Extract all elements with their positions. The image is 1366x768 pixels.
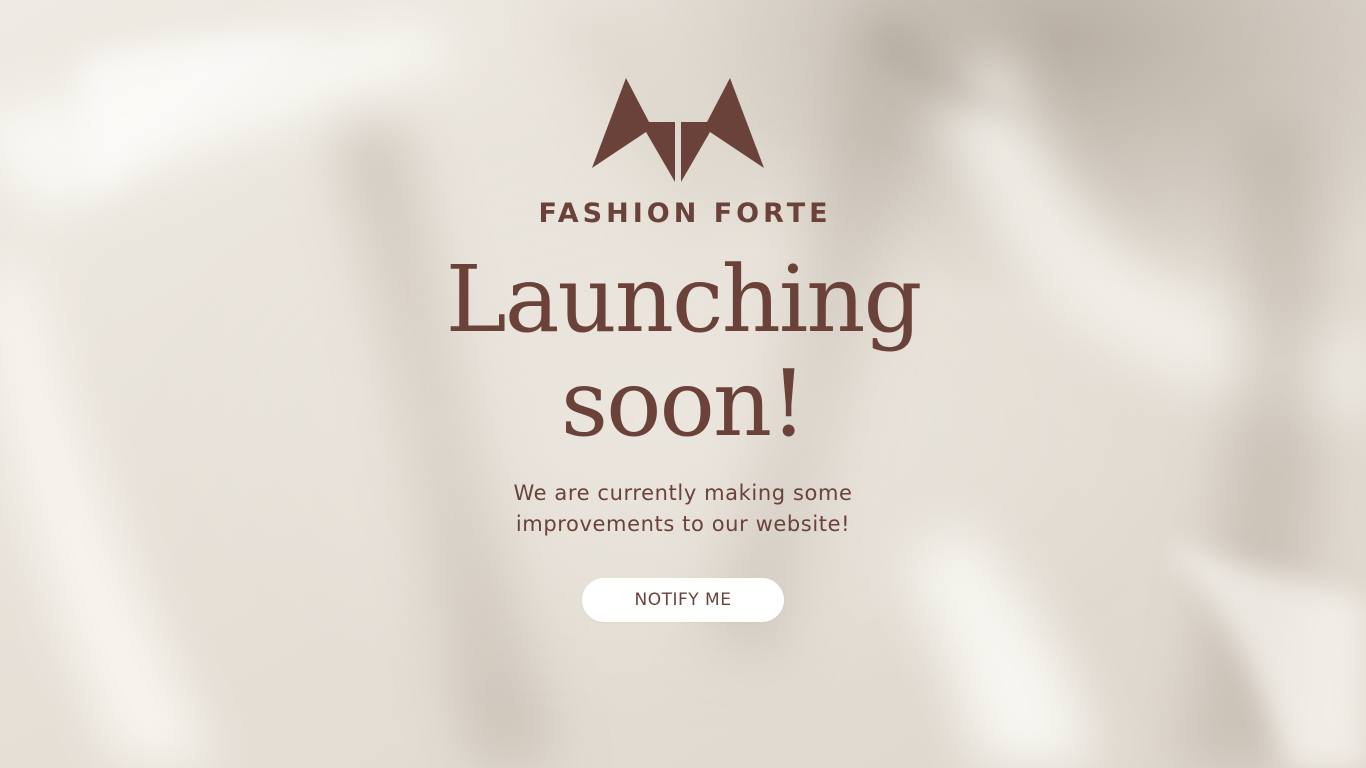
status-message-line-2: improvements to our website! <box>515 512 851 536</box>
status-message-line-1: We are currently making some <box>513 481 853 505</box>
notify-me-button[interactable]: NOTIFY ME <box>582 578 784 622</box>
page-title: Launching soon! <box>0 248 1366 456</box>
brand-name: FASHION FORTE <box>538 198 832 229</box>
headline-line-1: Launching <box>445 246 923 353</box>
fashion-forte-logo-icon <box>592 78 764 182</box>
headline-line-2: soon! <box>560 350 807 457</box>
launch-page: FASHION FORTE Launching soon! We are cur… <box>0 0 1366 768</box>
status-message: We are currently making some improvement… <box>0 478 1366 540</box>
